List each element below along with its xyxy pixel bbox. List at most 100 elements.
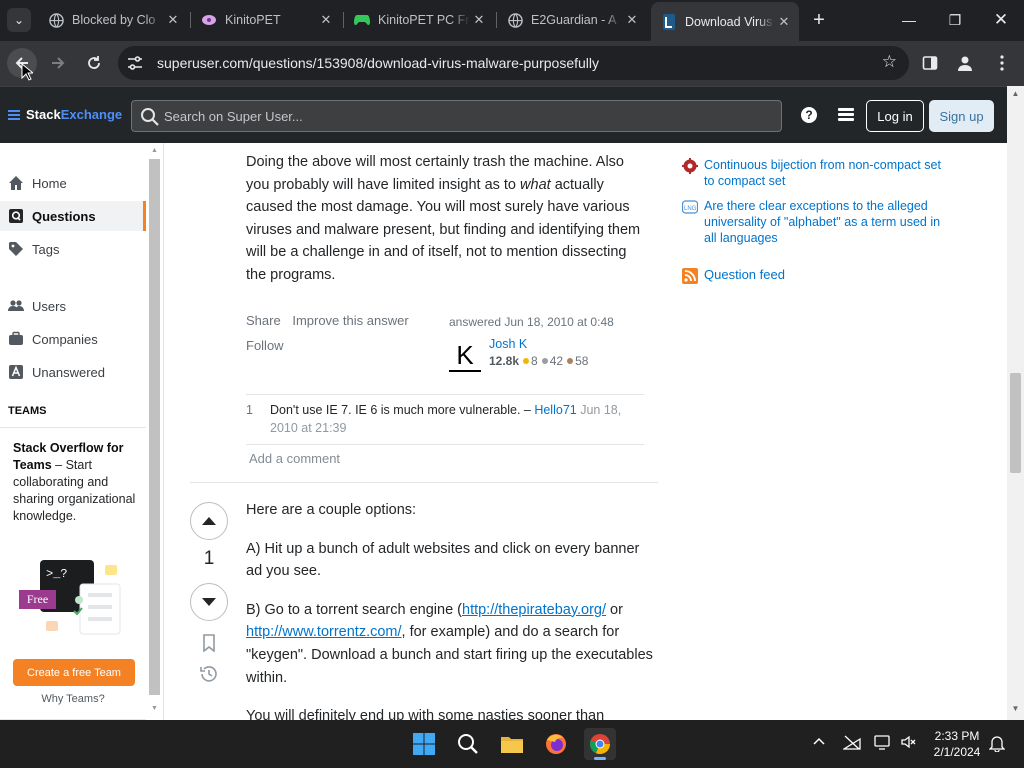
- display-icon[interactable]: [874, 734, 892, 753]
- firefox-button[interactable]: [540, 728, 572, 760]
- arrow-down-icon: [202, 598, 216, 606]
- taskbar-clock[interactable]: 2:33 PM 2/1/2024: [926, 728, 988, 760]
- tray-overflow-icon[interactable]: [813, 734, 825, 748]
- follow-link[interactable]: Follow: [246, 338, 284, 353]
- login-button[interactable]: Log in: [866, 100, 924, 132]
- taskbar-search-button[interactable]: [452, 728, 484, 760]
- bookmark-icon[interactable]: [200, 634, 218, 652]
- nav-item-questions[interactable]: Questions: [0, 201, 146, 231]
- minimize-button[interactable]: —: [889, 6, 929, 34]
- folder-icon: [501, 737, 523, 753]
- gamepad-icon: [354, 12, 370, 28]
- site-switcher-icon[interactable]: [838, 108, 854, 123]
- answered-date: answered Jun 18, 2010 at 0:48: [449, 315, 614, 329]
- comment: 1 Don't use IE 7. IE 6 is much more vuln…: [246, 394, 644, 445]
- mouse-cursor-icon: [21, 63, 33, 81]
- user-name-link[interactable]: Josh K: [489, 337, 527, 351]
- nav-item-users[interactable]: Users: [0, 291, 146, 321]
- nav-item-companies[interactable]: Companies: [0, 324, 146, 354]
- close-icon[interactable]: ✕: [623, 12, 641, 28]
- svg-text:>_?: >_?: [46, 567, 68, 581]
- improve-answer-link[interactable]: Improve this answer: [292, 313, 408, 328]
- hot-question-link[interactable]: Continuous bijection from non-compact se…: [682, 157, 952, 189]
- answer-body: Doing the above will most certainly tras…: [246, 151, 646, 287]
- hot-question-text: Continuous bijection from non-compact se…: [704, 158, 941, 188]
- create-team-button[interactable]: Create a free Team: [13, 659, 135, 686]
- teams-promo: Stack Overflow for Teams – Start collabo…: [0, 427, 146, 720]
- kinito-icon: [201, 12, 217, 28]
- free-badge: Free: [19, 590, 56, 609]
- tag-icon: [8, 241, 24, 257]
- nav-item-unanswered[interactable]: Unanswered: [0, 357, 146, 387]
- briefcase-icon: [8, 331, 24, 347]
- why-teams-link[interactable]: Why Teams?: [0, 693, 146, 705]
- network-icon[interactable]: [841, 734, 861, 753]
- more-menu-icon[interactable]: [990, 51, 1014, 75]
- nav-item-tags[interactable]: Tags: [0, 234, 146, 264]
- tab-title: E2Guardian - A: [531, 13, 617, 27]
- hot-question-link[interactable]: LNG Are there clear exceptions to the al…: [682, 198, 952, 246]
- forward-button[interactable]: [43, 48, 73, 78]
- tab-title: KinitoPET PC Fr: [378, 13, 470, 27]
- comment-user-link[interactable]: Hello71: [534, 403, 576, 417]
- tab-kinitopet-pc[interactable]: KinitoPET PC Fr ✕: [344, 5, 494, 35]
- tab-search-button[interactable]: ⌄: [7, 8, 31, 32]
- answer-body: Here are a couple options: A) Hit up a b…: [246, 499, 656, 720]
- piratebay-link[interactable]: http://thepiratebay.org/: [462, 602, 606, 618]
- site-search-input[interactable]: Search on Super User...: [131, 100, 782, 132]
- math-site-icon: [682, 158, 698, 174]
- tab-download-virus[interactable]: Download Virus ✕: [651, 2, 799, 41]
- arrow-up-icon: [202, 517, 216, 525]
- restore-button[interactable]: ❐: [935, 6, 975, 34]
- tab-title: Download Virus: [685, 14, 773, 29]
- downvote-button[interactable]: [190, 583, 228, 621]
- comment-score: 1: [246, 403, 253, 417]
- profile-icon[interactable]: [953, 51, 977, 75]
- close-icon[interactable]: ✕: [164, 12, 182, 28]
- answer-paragraph: B) Go to a torrent search engine (http:/…: [246, 599, 656, 689]
- page-scrollbar[interactable]: ▲ ▼: [1007, 86, 1024, 720]
- left-scrollbar[interactable]: ▲ ▼: [148, 147, 161, 717]
- close-icon[interactable]: ✕: [317, 12, 335, 28]
- stackexchange-logo[interactable]: Stack Exchange: [8, 107, 122, 122]
- windows-taskbar: 2:33 PM 2/1/2024: [0, 720, 1024, 768]
- tab-title: Blocked by Clo: [72, 13, 156, 27]
- new-tab-button[interactable]: +: [808, 9, 830, 31]
- close-icon[interactable]: ✕: [470, 12, 488, 28]
- comment-body: Don't use IE 7. IE 6 is much more vulner…: [270, 401, 644, 437]
- site-settings-icon[interactable]: [126, 54, 144, 72]
- tab-e2guardian[interactable]: E2Guardian - A ✕: [497, 5, 647, 35]
- answer-text-part: or: [606, 601, 623, 618]
- question-feed-text: Question feed: [704, 267, 785, 282]
- signup-button[interactable]: Sign up: [929, 100, 994, 132]
- tab-title: KinitoPET: [225, 13, 281, 27]
- volume-icon[interactable]: [900, 734, 916, 753]
- svg-text:LNG: LNG: [684, 206, 697, 212]
- windows-logo-icon: [413, 733, 435, 755]
- side-panel-icon[interactable]: [918, 51, 942, 75]
- tab-kinitopet[interactable]: KinitoPET ✕: [191, 5, 341, 35]
- address-bar[interactable]: superuser.com/questions/153908/download-…: [118, 46, 909, 80]
- nav-item-home[interactable]: Home: [0, 168, 146, 198]
- nav-label: Tags: [32, 241, 60, 257]
- chrome-button[interactable]: [584, 728, 616, 760]
- avatar[interactable]: K: [449, 340, 481, 372]
- close-icon[interactable]: ✕: [775, 14, 793, 30]
- add-comment-link[interactable]: Add a comment: [249, 451, 340, 466]
- notification-bell-icon[interactable]: [988, 734, 1006, 755]
- torrentz-link[interactable]: http://www.torrentz.com/: [246, 624, 402, 640]
- questions-icon: [8, 208, 24, 224]
- window-close-button[interactable]: ✕: [981, 6, 1021, 34]
- bookmark-star-icon[interactable]: ☆: [882, 52, 897, 72]
- history-icon[interactable]: [199, 664, 219, 684]
- upvote-button[interactable]: [190, 502, 228, 540]
- file-explorer-button[interactable]: [496, 728, 528, 760]
- start-button[interactable]: [408, 728, 440, 760]
- help-icon[interactable]: ?: [801, 107, 817, 123]
- browser-toolbar: superuser.com/questions/153908/download-…: [0, 41, 1024, 86]
- reload-icon: [88, 56, 100, 69]
- question-feed-link[interactable]: Question feed: [682, 267, 952, 284]
- share-link[interactable]: Share: [246, 313, 281, 328]
- tab-blocked[interactable]: Blocked by Clo ✕: [38, 5, 188, 35]
- reload-button[interactable]: [79, 48, 109, 78]
